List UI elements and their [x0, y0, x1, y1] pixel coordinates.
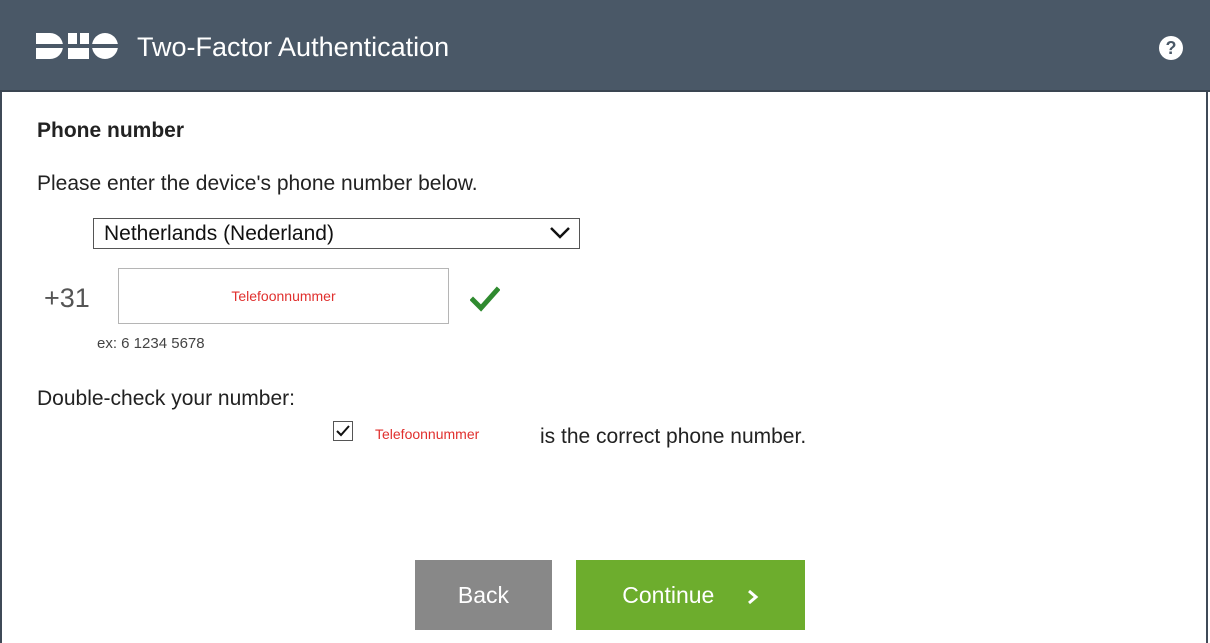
confirm-text: is the correct phone number. — [540, 425, 807, 448]
double-check-label: Double-check your number: — [37, 387, 295, 410]
phone-echo: Telefoonnummer — [375, 426, 480, 442]
country-select-value: Netherlands (Nederland) — [104, 222, 334, 245]
instructions-text: Please enter the device's phone number b… — [37, 172, 478, 195]
back-button[interactable]: Back — [415, 560, 552, 630]
country-select[interactable]: Netherlands (Nederland) — [93, 218, 580, 249]
back-button-label: Back — [457, 582, 510, 608]
example-hint: ex: 6 1234 5678 — [97, 335, 205, 352]
confirm-checkbox[interactable] — [333, 421, 353, 441]
chevron-right-icon — [747, 589, 759, 605]
checkmark-icon — [470, 286, 500, 312]
question-circle-icon[interactable]: ? — [1159, 36, 1183, 60]
country-code: +31 — [44, 283, 90, 313]
header-bar: Two-Factor Authentication ? — [0, 0, 1210, 92]
phone-number-input[interactable]: Telefoonnummer — [118, 268, 449, 324]
continue-button-label: Continue — [622, 582, 715, 608]
header-title: Two-Factor Authentication — [137, 32, 450, 62]
chevron-down-icon — [550, 227, 570, 239]
section-title: Phone number — [37, 119, 185, 142]
continue-button[interactable]: Continue — [576, 560, 805, 630]
duo-logo — [36, 33, 118, 59]
checkbox-check-icon — [336, 425, 350, 437]
